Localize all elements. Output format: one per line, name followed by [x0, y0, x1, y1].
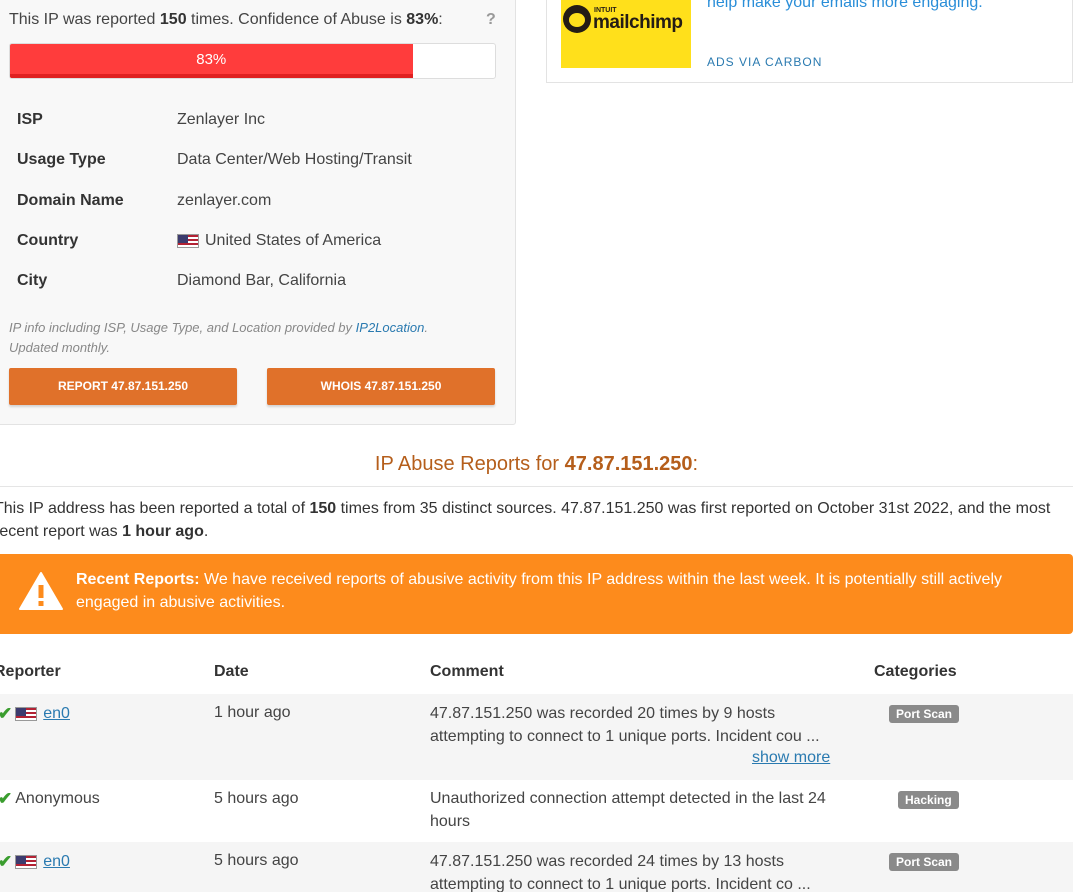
info-value: Diamond Bar, California — [177, 272, 346, 290]
checkmark-icon: ✔ — [0, 704, 13, 723]
category-badge[interactable]: Port Scan — [889, 705, 960, 723]
ads-via-carbon-link[interactable]: ADS VIA CARBON — [707, 55, 822, 69]
info-row-city: City Diamond Bar, California — [17, 261, 412, 301]
column-header-reporter[interactable]: Reporter — [0, 663, 61, 681]
show-more-link[interactable]: show more — [752, 749, 830, 767]
info-key: Country — [17, 232, 79, 250]
reporter-link[interactable]: en0 — [43, 853, 70, 871]
date-cell: 5 hours ago — [214, 852, 299, 869]
reports-summary: This IP address has been reported a tota… — [0, 500, 1051, 540]
reporter-cell: ✔ en0 — [0, 852, 70, 872]
ip-info-table: ISP Zenlayer Inc Usage Type Data Center/… — [17, 100, 412, 301]
report-ip-button[interactable]: REPORT 47.87.151.250 — [9, 368, 237, 405]
category-badge[interactable]: Hacking — [898, 791, 959, 809]
checkmark-icon: ✔ — [0, 789, 13, 808]
date-cell: 5 hours ago — [214, 790, 299, 807]
us-flag-icon — [15, 707, 38, 721]
mailchimp-logo[interactable]: INTUIT mailchimp — [561, 0, 691, 68]
category-badge[interactable]: Port Scan — [889, 853, 960, 871]
comment-cell: 47.87.151.250 was recorded 20 times by 9… — [430, 705, 820, 745]
table-row: ✔ Anonymous 5 hours ago Unauthorized con… — [0, 780, 1073, 842]
date-cell: 1 hour ago — [214, 704, 291, 721]
progress-fill: 83% — [10, 44, 413, 78]
info-key: ISP — [17, 111, 43, 129]
us-flag-icon — [15, 855, 38, 869]
warning-icon — [19, 572, 63, 610]
help-icon[interactable]: ? — [486, 11, 496, 29]
country-name: United States of America — [205, 232, 382, 250]
ad-text[interactable]: help make your emails more engaging. — [707, 0, 983, 12]
confidence-text: This IP was reported 150 times. Confiden… — [9, 11, 443, 28]
info-row-domain: Domain Name zenlayer.com — [17, 181, 412, 221]
info-key: Usage Type — [17, 151, 106, 169]
provider-note: IP info including ISP, Usage Type, and L… — [9, 320, 428, 355]
info-key: City — [17, 272, 48, 290]
column-header-date[interactable]: Date — [214, 663, 249, 681]
column-header-comment[interactable]: Comment — [430, 663, 504, 681]
info-row-usage-type: Usage Type Data Center/Web Hosting/Trans… — [17, 140, 412, 180]
reports-title: IP Abuse Reports for 47.87.151.250: — [374, 453, 699, 475]
reporter-cell: ✔ en0 — [0, 704, 70, 724]
info-value: Data Center/Web Hosting/Transit — [177, 151, 412, 169]
whois-ip-button[interactable]: WHOIS 47.87.151.250 — [267, 368, 495, 405]
table-row: ✔ en0 5 hours ago 47.87.151.250 was reco… — [0, 842, 1073, 892]
info-value: zenlayer.com — [177, 191, 272, 209]
comment-cell: Unauthorized connection attempt detected… — [430, 790, 826, 830]
comment-cell: 47.87.151.250 was recorded 24 times by 1… — [430, 853, 811, 892]
table-row: ✔ en0 1 hour ago 47.87.151.250 was recor… — [0, 694, 1073, 780]
info-value: United States of America — [177, 232, 381, 250]
divider — [0, 486, 1073, 487]
ip2location-link[interactable]: IP2Location — [356, 320, 425, 335]
us-flag-icon — [177, 234, 199, 249]
reporter-name: Anonymous — [15, 790, 100, 807]
info-key: Domain Name — [17, 191, 124, 209]
reporter-cell: ✔ Anonymous — [0, 789, 100, 809]
reporter-link[interactable]: en0 — [43, 705, 70, 723]
recent-reports-alert: Recent Reports: We have received reports… — [0, 554, 1073, 634]
confidence-progress-bar: 83% — [9, 43, 496, 79]
info-row-isp: ISP Zenlayer Inc — [17, 100, 412, 140]
checkmark-icon: ✔ — [0, 852, 13, 871]
alert-text: Recent Reports: We have received reports… — [76, 571, 1002, 611]
info-value: Zenlayer Inc — [177, 111, 266, 129]
column-header-categories[interactable]: Categories — [874, 663, 957, 681]
freddie-icon — [563, 5, 591, 33]
info-row-country: Country United States of America — [17, 221, 412, 261]
